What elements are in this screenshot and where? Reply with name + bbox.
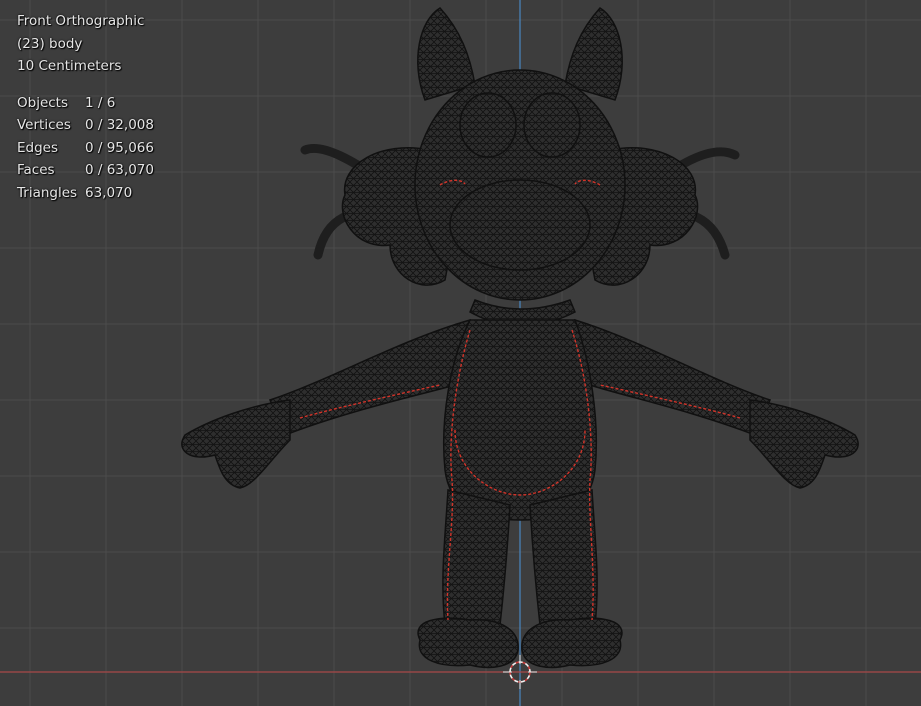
stat-value: 0 / 32,008 [85, 117, 154, 133]
scene-statistics: Objects 1 / 6 Vertices 0 / 32,008 Edges … [17, 92, 154, 205]
foot-left [417, 617, 519, 669]
stat-value: 0 / 95,066 [85, 139, 154, 156]
stat-label: Faces [17, 162, 55, 178]
arm-right [573, 318, 772, 436]
stat-vertices: Vertices 0 / 32,008 [17, 114, 154, 137]
stat-value: 63,070 [85, 184, 133, 201]
stat-edges: Edges 0 / 95,066 [17, 137, 154, 160]
torso [442, 319, 598, 521]
3d-viewport[interactable]: Front Orthographic (23) body 10 Centimet… [0, 0, 921, 706]
view-name: Front Orthographic [17, 13, 145, 29]
viewport-text-overlay: Front Orthographic (23) body 10 Centimet… [17, 10, 154, 204]
stat-label: Objects [17, 94, 69, 111]
leg-right [529, 489, 598, 626]
grid-scale-label: 10 Centimeters [17, 58, 122, 74]
active-object-label: (23) body [17, 35, 83, 52]
stat-value: 0 / 63,070 [85, 162, 154, 178]
stat-objects: Objects 1 / 6 [17, 92, 154, 115]
overlay-spacer [17, 78, 154, 92]
stat-label: Triangles [17, 184, 78, 201]
stat-label: Edges [17, 139, 59, 156]
stat-faces: Faces 0 / 63,070 [17, 159, 154, 182]
stat-label: Vertices [17, 117, 71, 133]
muzzle [449, 179, 591, 271]
foot-right [521, 617, 623, 669]
stat-value: 1 / 6 [85, 94, 116, 111]
eye-left [459, 92, 517, 158]
eye-right [523, 92, 581, 158]
hand-right [749, 399, 859, 489]
stat-triangles: Triangles 63,070 [17, 182, 154, 205]
hand-left [181, 399, 291, 489]
